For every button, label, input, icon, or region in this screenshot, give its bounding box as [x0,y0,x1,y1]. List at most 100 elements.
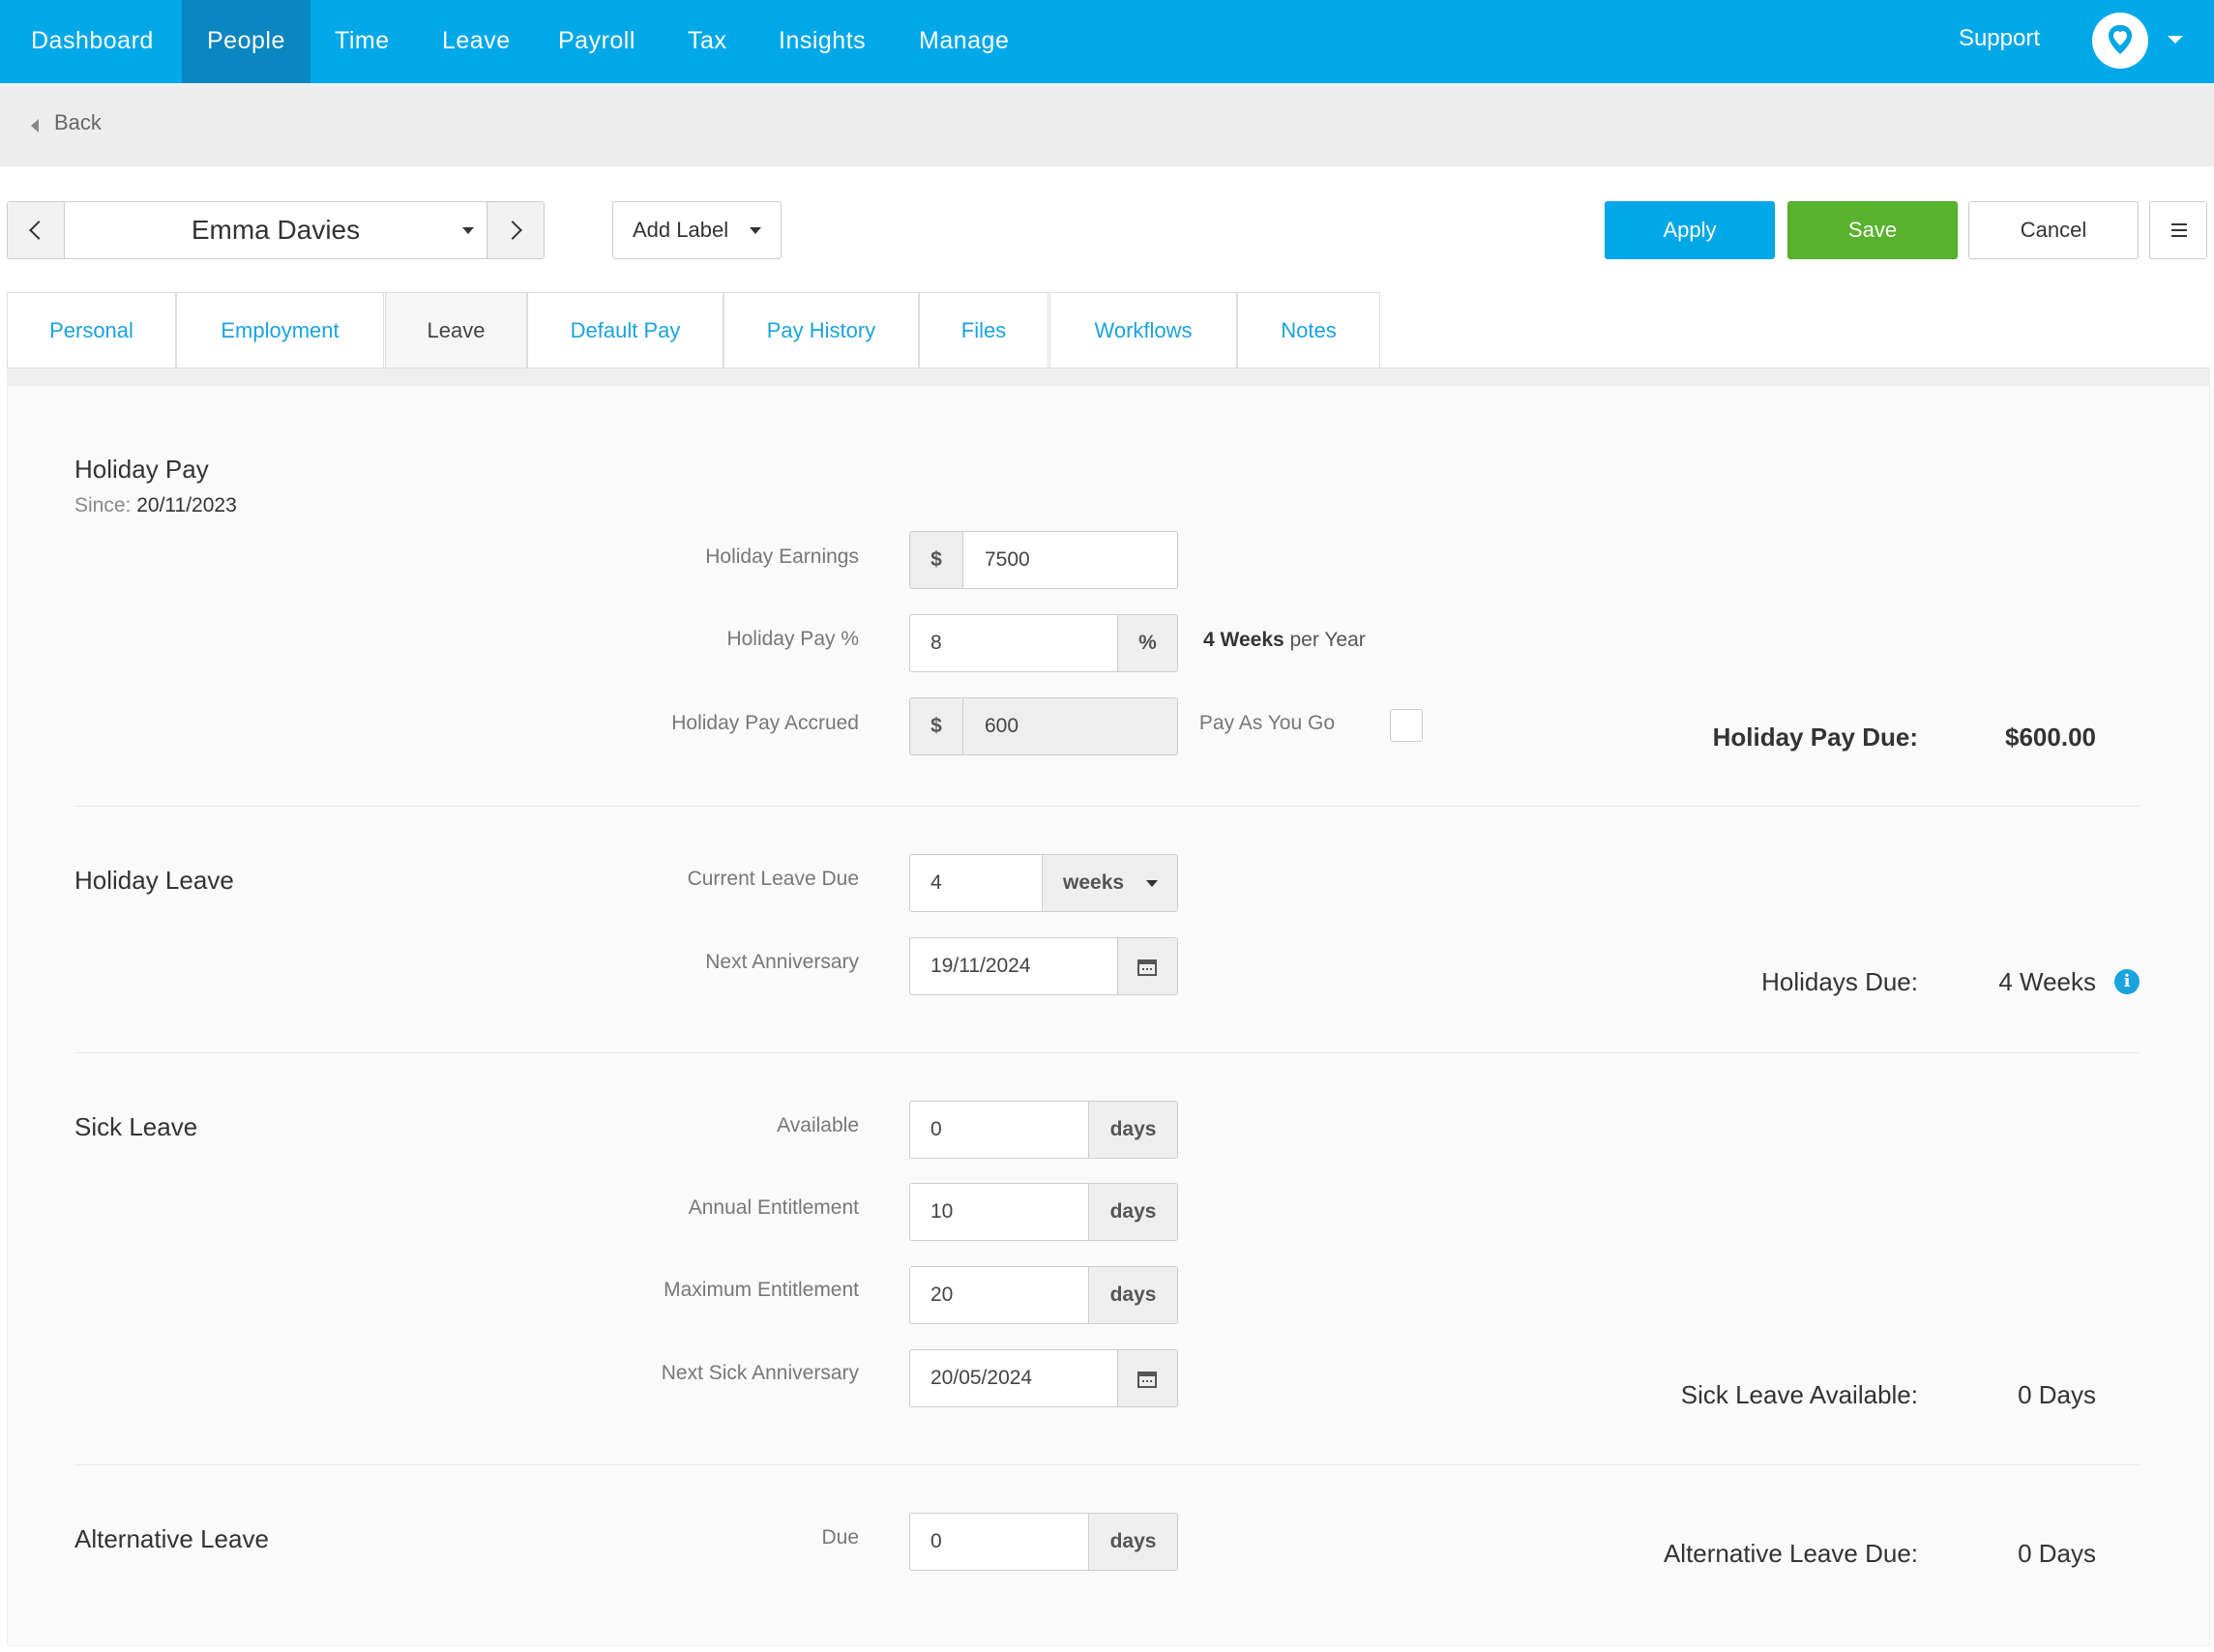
alternative-due-field[interactable]: 0 days [909,1513,1178,1571]
annual-entitlement-field[interactable]: 10 days [909,1183,1178,1241]
sick-leave-available-value: 0 Days [2018,1380,2096,1409]
holiday-pay-pct-value: 8 [930,632,942,654]
currency-prefix: $ [910,698,963,754]
tab-personal[interactable]: Personal [7,292,176,369]
apply-button[interactable]: Apply [1605,201,1775,259]
alternative-due-label: Due [821,1526,859,1549]
cancel-button[interactable]: Cancel [1968,201,2139,259]
tab-files[interactable]: Files [919,292,1048,369]
leave-unit-select[interactable]: weeks [1042,855,1177,911]
holiday-pay-accrued-label: Holiday Pay Accrued [671,712,859,734]
back-link[interactable]: Back [54,110,102,135]
holiday-pay-accrued-value: 600 [985,715,1019,737]
maximum-entitlement-label: Maximum Entitlement [664,1279,859,1301]
nav-time[interactable]: Time [310,0,415,83]
next-employee-button[interactable] [487,202,544,258]
tab-workflows[interactable]: Workflows [1049,292,1237,369]
alternative-due-value: 0 [930,1530,942,1552]
sick-leave-title: Sick Leave [74,1112,198,1141]
tab-default-pay[interactable]: Default Pay [527,292,723,369]
holidays-due-label: Holidays Due: [1761,967,1918,996]
save-button[interactable]: Save [1787,201,1958,259]
chevron-right-icon [503,221,522,240]
tab-leave[interactable]: Leave [385,292,527,369]
tab-underline [7,368,2210,386]
section-divider [74,1464,2140,1465]
user-menu-caret-icon[interactable] [2168,36,2183,44]
more-menu-button[interactable] [2149,201,2207,259]
support-link[interactable]: Support [1959,0,2040,83]
add-label-text: Add Label [633,218,729,242]
nav-dashboard[interactable]: Dashboard [6,0,179,83]
chevron-down-icon [1146,880,1158,887]
section-divider [74,1052,2140,1053]
nav-people[interactable]: People [182,0,310,83]
currency-prefix: $ [910,532,963,588]
chevron-down-icon [750,227,761,234]
holiday-earnings-value: 7500 [985,548,1030,571]
next-sick-anniversary-value: 20/05/2024 [930,1367,1033,1389]
maximum-entitlement-value: 20 [930,1283,954,1306]
calendar-icon [1137,957,1157,976]
date-picker-button[interactable] [1117,1350,1177,1406]
chevron-left-icon [29,221,48,240]
pay-as-you-go-checkbox[interactable] [1390,709,1423,742]
current-leave-due-value: 4 [930,871,942,894]
weeks-suffix: per Year [1284,629,1366,651]
maximum-entitlement-field[interactable]: 20 days [909,1266,1178,1324]
alternative-leave-title: Alternative Leave [74,1524,269,1553]
back-bar: Back [0,83,2214,166]
alternative-leave-due-label: Alternative Leave Due: [1663,1539,1918,1568]
date-picker-button[interactable] [1117,938,1177,994]
holiday-pay-pct-field[interactable]: 8 % [909,614,1178,672]
chevron-down-icon[interactable] [462,227,474,234]
holiday-earnings-field[interactable]: $ 7500 [909,531,1178,589]
holiday-pay-title: Holiday Pay [74,455,209,484]
nav-payroll[interactable]: Payroll [533,0,661,83]
nav-leave[interactable]: Leave [417,0,536,83]
tab-pay-history[interactable]: Pay History [723,292,919,369]
heart-shield-icon [2109,25,2132,54]
top-navigation: Dashboard People Time Leave Payroll Tax … [0,0,2214,83]
days-suffix: days [1088,1184,1177,1240]
next-sick-anniversary-label: Next Sick Anniversary [661,1362,859,1384]
section-divider [74,806,2140,807]
employee-select[interactable]: Emma Davies [64,202,487,258]
days-suffix: days [1088,1102,1177,1158]
holidays-due-value: 4 Weeks [1998,967,2096,996]
previous-employee-button[interactable] [8,202,65,258]
percent-suffix: % [1117,615,1177,671]
holiday-pay-due-value: $600.00 [2005,723,2096,752]
weeks-per-year-note: 4 Weeks per Year [1203,629,1366,652]
annual-entitlement-value: 10 [930,1200,954,1223]
current-leave-due-label: Current Leave Due [687,868,859,890]
add-label-dropdown[interactable]: Add Label [612,201,782,259]
sick-available-value: 0 [930,1118,942,1140]
leave-unit-value: weeks [1063,871,1125,894]
holiday-pay-due-label: Holiday Pay Due: [1712,723,1918,752]
user-avatar[interactable] [2092,13,2148,69]
back-arrow-icon[interactable] [31,119,39,133]
holiday-pay-pct-label: Holiday Pay % [726,628,859,650]
next-sick-anniversary-date-field[interactable]: 20/05/2024 [909,1349,1178,1407]
sick-leave-available-label: Sick Leave Available: [1680,1380,1918,1409]
calendar-icon [1137,1369,1157,1388]
days-suffix: days [1088,1514,1177,1570]
pay-as-you-go-label: Pay As You Go [1198,712,1335,734]
holiday-leave-title: Holiday Leave [74,866,234,895]
since-label: Since: [74,494,132,516]
info-icon[interactable]: i [2114,969,2140,994]
weeks-count: 4 Weeks [1203,629,1284,651]
tab-notes[interactable]: Notes [1237,292,1380,369]
employee-pager: Emma Davies [7,201,545,259]
next-anniversary-date-field[interactable]: 19/11/2024 [909,937,1178,995]
nav-insights[interactable]: Insights [753,0,891,83]
annual-entitlement-label: Annual Entitlement [688,1196,859,1219]
sick-available-field[interactable]: 0 days [909,1101,1178,1159]
sick-available-label: Available [777,1114,859,1136]
nav-manage[interactable]: Manage [894,0,1034,83]
current-leave-due-field[interactable]: 4 weeks [909,854,1178,912]
tab-employment[interactable]: Employment [176,292,384,369]
days-suffix: days [1088,1267,1177,1323]
nav-tax[interactable]: Tax [663,0,752,83]
